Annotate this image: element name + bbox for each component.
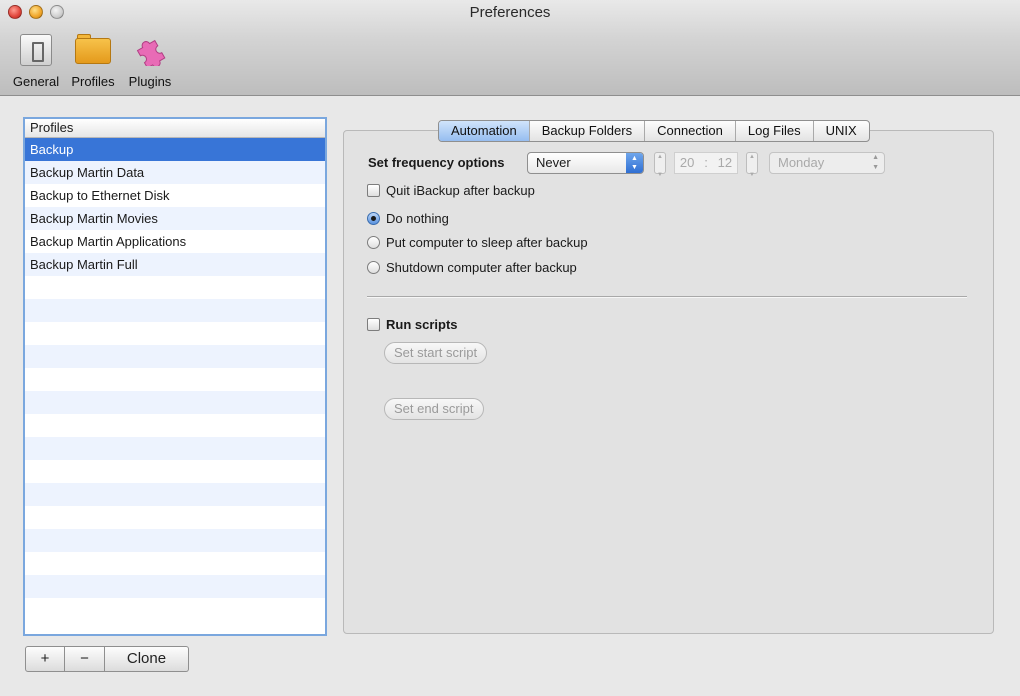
frequency-select[interactable]: Never ▲ ▼ (527, 152, 644, 174)
tab-backup-folders[interactable]: Backup Folders (530, 121, 646, 141)
hour-value: 20 (679, 155, 695, 170)
empty-row (25, 483, 325, 506)
empty-row (25, 322, 325, 345)
empty-row (25, 299, 325, 322)
toolbar-plugins-label: Plugins (128, 74, 172, 89)
tab-automation[interactable]: Automation (439, 121, 530, 141)
time-field: 20 : 12 (674, 152, 738, 174)
clone-profile-button[interactable]: Clone (105, 646, 189, 672)
profile-row[interactable]: Backup Martin Movies (25, 207, 325, 230)
toolbar-plugins[interactable]: Plugins (118, 30, 182, 89)
profile-row[interactable]: Backup Martin Applications (25, 230, 325, 253)
empty-row (25, 391, 325, 414)
empty-row (25, 437, 325, 460)
radio-shutdown-row[interactable]: Shutdown computer after backup (367, 260, 577, 275)
radio-sleep-row[interactable]: Put computer to sleep after backup (367, 235, 588, 250)
profile-row[interactable]: Backup Martin Data (25, 161, 325, 184)
time-separator: : (704, 155, 708, 170)
empty-row (25, 575, 325, 598)
quit-checkbox-row[interactable]: Quit iBackup after backup (367, 183, 535, 198)
empty-row (25, 368, 325, 391)
minute-stepper: ▲ ▼ (746, 152, 758, 178)
profile-row[interactable]: Backup Martin Full (25, 253, 325, 276)
run-scripts-label: Run scripts (386, 317, 458, 332)
radio-shutdown-label: Shutdown computer after backup (386, 260, 577, 275)
general-switch-icon (16, 30, 56, 70)
toolbar-general-label: General (12, 74, 60, 89)
quit-checkbox[interactable] (367, 184, 380, 197)
profiles-list[interactable]: Profiles Backup Backup Martin Data Backu… (23, 117, 327, 636)
radio-do-nothing[interactable] (367, 212, 380, 225)
run-scripts-row[interactable]: Run scripts (367, 317, 458, 332)
tab-unix[interactable]: UNIX (814, 121, 869, 141)
empty-row (25, 598, 325, 621)
updown-arrows-icon: ▲ ▼ (626, 153, 643, 173)
hour-stepper: ▲ ▼ (654, 152, 666, 178)
tab-log-files[interactable]: Log Files (736, 121, 814, 141)
remove-profile-button[interactable]: − (65, 646, 105, 672)
minute-value: 12 (717, 155, 733, 170)
quit-checkbox-label: Quit iBackup after backup (386, 183, 535, 198)
section-divider (367, 296, 967, 298)
folder-icon (73, 30, 113, 70)
profile-actions: + − Clone (25, 646, 189, 672)
run-scripts-checkbox[interactable] (367, 318, 380, 331)
window-titlebar: Preferences General Profiles Plugins (0, 0, 1020, 96)
profile-row[interactable]: Backup (25, 138, 325, 161)
profile-row[interactable]: Backup to Ethernet Disk (25, 184, 325, 207)
empty-row (25, 414, 325, 437)
radio-do-nothing-label: Do nothing (386, 211, 449, 226)
radio-sleep[interactable] (367, 236, 380, 249)
empty-row (25, 345, 325, 368)
tab-connection[interactable]: Connection (645, 121, 736, 141)
set-end-script-button[interactable]: Set end script (384, 398, 484, 420)
radio-do-nothing-row[interactable]: Do nothing (367, 211, 449, 226)
puzzle-icon (130, 30, 170, 70)
toolbar-general[interactable]: General (4, 30, 68, 89)
window-title: Preferences (469, 4, 551, 21)
empty-row (25, 506, 325, 529)
frequency-value: Never (536, 155, 571, 170)
settings-tabs: Automation Backup Folders Connection Log… (438, 120, 870, 142)
toolbar-profiles[interactable]: Profiles (61, 30, 125, 89)
set-start-script-button[interactable]: Set start script (384, 342, 488, 364)
radio-sleep-label: Put computer to sleep after backup (386, 235, 588, 250)
empty-row (25, 276, 325, 299)
day-value: Monday (778, 155, 825, 170)
empty-row (25, 460, 325, 483)
frequency-label: Set frequency options (368, 155, 505, 170)
radio-shutdown[interactable] (367, 261, 380, 274)
toolbar-profiles-label: Profiles (71, 74, 115, 89)
empty-row (25, 529, 325, 552)
profiles-list-header[interactable]: Profiles (25, 119, 325, 138)
empty-row (25, 552, 325, 575)
day-select: Monday ▲ ▼ (769, 152, 885, 174)
settings-panel (343, 130, 994, 634)
add-profile-button[interactable]: + (25, 646, 65, 672)
updown-arrows-icon: ▲ ▼ (872, 154, 879, 171)
